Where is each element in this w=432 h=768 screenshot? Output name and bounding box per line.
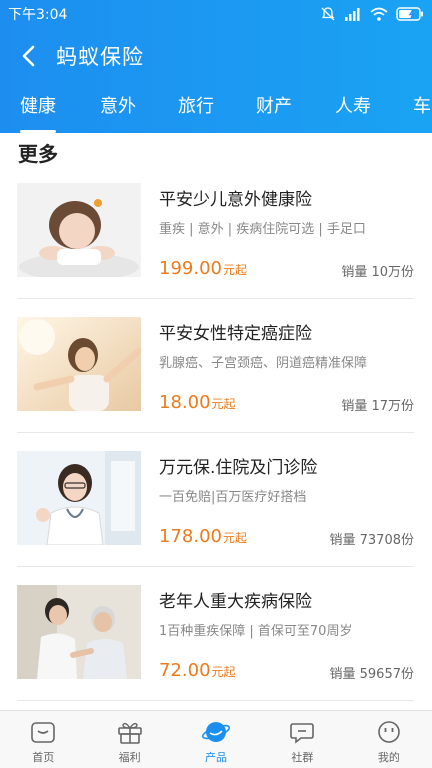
status-icons <box>320 6 424 22</box>
product-item[interactable]: 老年人重大疾病保险 1百种重疾保障 | 首保可至70周岁 72.00元起 销量 … <box>17 567 414 701</box>
nav-label: 首页 <box>32 751 55 764</box>
product-sales: 销量 73708份 <box>329 533 415 548</box>
app-header: 下午3:04 蚂蚁保险 健康 意外 旅行 财产 人寿 车 <box>0 0 432 133</box>
chat-icon <box>287 719 317 745</box>
product-item[interactable]: 平安女性特定癌症险 乳腺癌、子宫颈癌、阴道癌精准保障 18.00元起 销量 17… <box>17 299 414 433</box>
product-price: 178.00元起 <box>159 526 247 547</box>
tab-label: 财产 <box>256 96 292 117</box>
product-item[interactable]: 万元保.住院及门诊险 一百免赔|百万医疗好搭档 178.00元起 销量 7370… <box>17 433 414 567</box>
nav-label: 福利 <box>118 751 141 764</box>
price-value: 199.00 <box>159 258 222 279</box>
back-button[interactable] <box>16 44 40 68</box>
price-value: 178.00 <box>159 526 222 547</box>
product-sales: 销量 59657份 <box>329 667 415 682</box>
price-unit: 元起 <box>211 397 236 411</box>
tab-property[interactable]: 财产 <box>256 84 292 133</box>
product-tags: 重疾 | 意外 | 疾病住院可选 | 手足口 <box>159 222 366 237</box>
nav-welfare[interactable]: 福利 <box>86 711 172 768</box>
title-bar: 蚂蚁保险 <box>0 28 432 84</box>
tab-life[interactable]: 人寿 <box>335 84 371 133</box>
nav-label: 社群 <box>291 751 314 764</box>
price-value: 18.00 <box>159 392 211 413</box>
bottom-nav: 首页 福利 产品 社群 我的 <box>0 710 432 768</box>
price-unit: 元起 <box>222 263 247 277</box>
price-unit: 元起 <box>211 665 236 679</box>
nav-community[interactable]: 社群 <box>259 711 345 768</box>
product-tags: 1百种重疾保障 | 首保可至70周岁 <box>159 624 353 639</box>
home-icon <box>28 719 58 745</box>
category-tabs: 健康 意外 旅行 财产 人寿 车 <box>0 84 432 133</box>
price-unit: 元起 <box>222 531 247 545</box>
product-image-woman <box>17 317 141 411</box>
planet-icon <box>201 719 231 745</box>
product-name: 万元保.住院及门诊险 <box>159 458 318 478</box>
tab-label: 车 <box>413 96 431 117</box>
status-bar: 下午3:04 <box>0 0 432 28</box>
product-price: 199.00元起 <box>159 258 247 279</box>
section-title: 更多 <box>18 142 58 166</box>
product-name: 平安女性特定癌症险 <box>159 324 312 344</box>
product-price: 72.00元起 <box>159 660 236 681</box>
smiley-icon <box>374 719 404 745</box>
price-value: 72.00 <box>159 660 211 681</box>
product-list: 平安少儿意外健康险 重疾 | 意外 | 疾病住院可选 | 手足口 199.00元… <box>0 165 432 701</box>
product-price: 18.00元起 <box>159 392 236 413</box>
page-title: 蚂蚁保险 <box>56 45 144 69</box>
product-name: 老年人重大疾病保险 <box>159 592 312 612</box>
signal-icon <box>345 8 360 21</box>
product-name: 平安少儿意外健康险 <box>159 190 312 210</box>
battery-icon <box>396 7 423 21</box>
nav-label: 产品 <box>205 751 228 764</box>
product-tags: 一百免赔|百万医疗好搭档 <box>159 490 307 505</box>
tab-label: 人寿 <box>335 96 371 117</box>
nav-mine[interactable]: 我的 <box>346 711 432 768</box>
tab-label: 健康 <box>20 96 56 117</box>
tab-travel[interactable]: 旅行 <box>178 84 214 133</box>
nav-home[interactable]: 首页 <box>0 711 86 768</box>
gift-icon <box>115 719 145 745</box>
product-sales: 销量 10万份 <box>341 265 414 280</box>
status-time: 下午3:04 <box>8 7 68 23</box>
nav-label: 我的 <box>377 751 400 764</box>
product-image-elderly <box>17 585 141 679</box>
wifi-icon <box>370 7 388 21</box>
back-arrow-icon <box>22 45 35 67</box>
product-image-doctor <box>17 451 141 545</box>
tab-accident[interactable]: 意外 <box>100 84 136 133</box>
tab-label: 意外 <box>100 96 136 117</box>
product-sales: 销量 17万份 <box>341 399 414 414</box>
product-tags: 乳腺癌、子宫颈癌、阴道癌精准保障 <box>159 356 368 371</box>
nav-products[interactable]: 产品 <box>173 711 259 768</box>
product-image-child <box>17 183 141 277</box>
mute-bell-icon <box>321 7 335 21</box>
product-item[interactable]: 平安少儿意外健康险 重疾 | 意外 | 疾病住院可选 | 手足口 199.00元… <box>17 165 414 299</box>
tab-car[interactable]: 车 <box>413 84 431 133</box>
tab-health[interactable]: 健康 <box>20 84 56 133</box>
tab-label: 旅行 <box>178 96 214 117</box>
